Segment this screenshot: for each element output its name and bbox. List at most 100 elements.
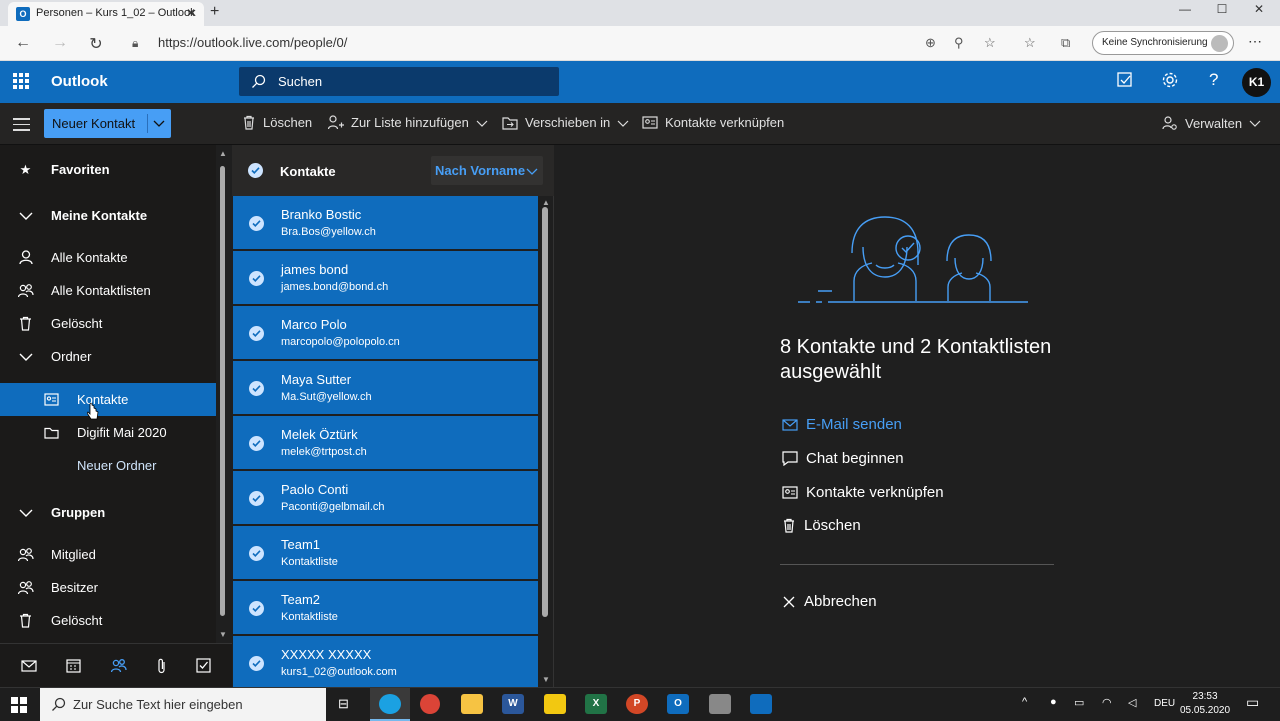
select-all-checkbox[interactable] <box>248 163 263 178</box>
sidebar-item-owner[interactable]: Besitzer <box>0 571 216 604</box>
settings-gear-icon[interactable] <box>1161 71 1179 89</box>
cancel-action[interactable]: Abbrechen <box>782 593 877 610</box>
mail-app-icon[interactable] <box>750 694 772 714</box>
remote-desktop-icon[interactable] <box>709 694 731 714</box>
row-checkbox[interactable] <box>249 271 264 286</box>
link-contacts-action[interactable]: Kontakte verknüpfen <box>782 484 944 501</box>
contact-row[interactable]: Paolo Conti Paconti@gelbmail.ch <box>233 471 538 525</box>
contact-row[interactable]: Maya Sutter Ma.Sut@yellow.ch <box>233 361 538 415</box>
row-checkbox[interactable] <box>249 656 264 671</box>
system-clock[interactable]: 23:53 05.05.2020 <box>1180 690 1230 718</box>
maximize-icon[interactable]: ☐ <box>1207 2 1237 16</box>
minimize-icon[interactable]: — <box>1170 2 1200 16</box>
contact-row[interactable]: Branko Bostic Bra.Bos@yellow.ch <box>233 196 538 250</box>
mail-icon[interactable] <box>21 659 37 672</box>
todo-icon[interactable] <box>196 658 211 673</box>
sidebar-item-groups-deleted[interactable]: Gelöscht <box>0 604 216 637</box>
send-email-action[interactable]: E-Mail senden <box>782 416 902 433</box>
row-checkbox[interactable] <box>249 381 264 396</box>
refresh-icon[interactable]: ↻ <box>84 34 108 54</box>
sidebar-item-folder-digifit[interactable]: Digifit Mai 2020 <box>0 416 216 449</box>
app-launcher-icon[interactable] <box>13 73 29 89</box>
new-contact-button[interactable]: Neuer Kontakt <box>44 109 171 138</box>
chrome-icon[interactable] <box>420 694 440 714</box>
start-chat-action[interactable]: Chat beginnen <box>782 450 904 467</box>
new-folder-link[interactable]: Neuer Ordner <box>0 449 216 482</box>
chevron-down-icon[interactable] <box>152 116 166 130</box>
scroll-down-icon[interactable]: ▼ <box>219 630 227 639</box>
attachment-icon[interactable] <box>157 658 167 674</box>
sidebar-item-favorites[interactable]: ★ Favoriten <box>0 153 216 186</box>
search-input[interactable]: Suchen <box>239 67 559 96</box>
favorite-star-icon[interactable]: ☆ <box>984 35 996 51</box>
help-icon[interactable]: ? <box>1209 70 1218 90</box>
sidebar-item-folders[interactable]: Ordner <box>0 340 216 373</box>
row-checkbox[interactable] <box>249 326 264 341</box>
contact-row[interactable]: james bond james.bond@bond.ch <box>233 251 538 305</box>
app-title[interactable]: Outlook <box>51 73 108 90</box>
more-icon[interactable]: ⋯ <box>1248 33 1262 50</box>
chevron-up-icon[interactable]: ^ <box>1022 696 1027 708</box>
row-checkbox[interactable] <box>249 546 264 561</box>
notifications-icon[interactable]: ▭ <box>1246 694 1259 711</box>
close-tab-icon[interactable]: ✕ <box>186 6 196 20</box>
windows-start-icon[interactable] <box>11 697 27 713</box>
excel-icon[interactable]: X <box>585 694 607 714</box>
address-bar[interactable]: 🔒︎ https://outlook.live.com/people/0/ ⊕ … <box>120 30 1010 56</box>
favorites-icon[interactable]: ☆ <box>1024 35 1036 51</box>
forward-icon[interactable]: → <box>48 34 72 52</box>
link-contacts-button[interactable]: Kontakte verknüpfen <box>642 115 784 130</box>
volume-icon[interactable]: ◁ <box>1128 696 1136 709</box>
sidebar-item-deleted[interactable]: Gelöscht <box>0 307 216 340</box>
my-day-icon[interactable] <box>1116 71 1134 89</box>
zoom-icon[interactable]: ⚲ <box>954 35 964 51</box>
task-view-icon[interactable]: ⊟ <box>338 696 349 712</box>
sync-button[interactable]: Keine Synchronisierung <box>1092 31 1234 55</box>
browser-tab[interactable]: O Personen – Kurs 1_02 – Outlook ✕ <box>8 2 204 26</box>
delete-action[interactable]: Löschen <box>782 517 861 534</box>
sidebar-item-member[interactable]: Mitglied <box>0 538 216 571</box>
microphone-icon[interactable]: ● <box>1050 696 1057 708</box>
sidebar-item-folder-contacts[interactable]: Kontakte <box>0 383 216 416</box>
sidebar-item-my-contacts[interactable]: Meine Kontakte <box>0 199 216 232</box>
scroll-up-icon[interactable]: ▲ <box>219 149 227 158</box>
language-indicator[interactable]: DEU <box>1154 698 1175 709</box>
row-checkbox[interactable] <box>249 436 264 451</box>
word-icon[interactable]: W <box>502 694 524 714</box>
outlook-icon[interactable]: O <box>667 694 689 714</box>
list-scrollbar[interactable] <box>542 207 548 617</box>
scroll-up-icon[interactable]: ▲ <box>542 198 550 207</box>
row-checkbox[interactable] <box>249 491 264 506</box>
file-explorer-icon[interactable] <box>461 694 483 714</box>
add-to-list-button[interactable]: Zur Liste hinzufügen <box>328 115 488 130</box>
delete-button[interactable]: Löschen <box>242 115 312 130</box>
sort-dropdown[interactable]: Nach Vorname <box>431 156 543 185</box>
collections-icon[interactable]: ⧉ <box>1061 35 1070 51</box>
wifi-icon[interactable]: ◠ <box>1102 696 1112 709</box>
calendar-icon[interactable] <box>66 658 81 673</box>
account-avatar[interactable]: K1 <box>1242 68 1271 97</box>
row-checkbox[interactable] <box>249 216 264 231</box>
move-to-button[interactable]: Verschieben in <box>502 115 629 130</box>
taskbar-search-input[interactable]: Zur Suche Text hier eingeben <box>40 688 326 721</box>
row-checkbox[interactable] <box>249 601 264 616</box>
sticky-notes-icon[interactable] <box>544 694 566 714</box>
back-icon[interactable]: ← <box>11 34 35 52</box>
sidebar-item-all-contacts[interactable]: Alle Kontakte <box>0 241 216 274</box>
contact-row[interactable]: Melek Öztürk melek@trtpost.ch <box>233 416 538 470</box>
hamburger-menu-icon[interactable] <box>13 118 30 135</box>
sidebar-scrollbar[interactable] <box>220 166 225 616</box>
sidebar-item-groups[interactable]: Gruppen <box>0 496 216 529</box>
contact-row[interactable]: XXXXX XXXXX kurs1_02@outlook.com <box>233 636 538 690</box>
edge-icon[interactable] <box>379 694 401 714</box>
contact-row[interactable]: Team1 Kontaktliste <box>233 526 538 580</box>
sidebar-item-all-lists[interactable]: Alle Kontaktlisten <box>0 274 216 307</box>
contact-row[interactable]: Marco Polo marcopolo@polopolo.cn <box>233 306 538 360</box>
powerpoint-icon[interactable]: P <box>626 694 648 714</box>
window-close-icon[interactable]: ✕ <box>1244 2 1274 16</box>
new-tab-icon[interactable]: + <box>210 3 219 21</box>
add-icon[interactable]: ⊕ <box>925 35 936 51</box>
battery-icon[interactable]: ▭ <box>1074 696 1084 709</box>
contact-row[interactable]: Team2 Kontaktliste <box>233 581 538 635</box>
people-icon[interactable] <box>110 658 127 673</box>
